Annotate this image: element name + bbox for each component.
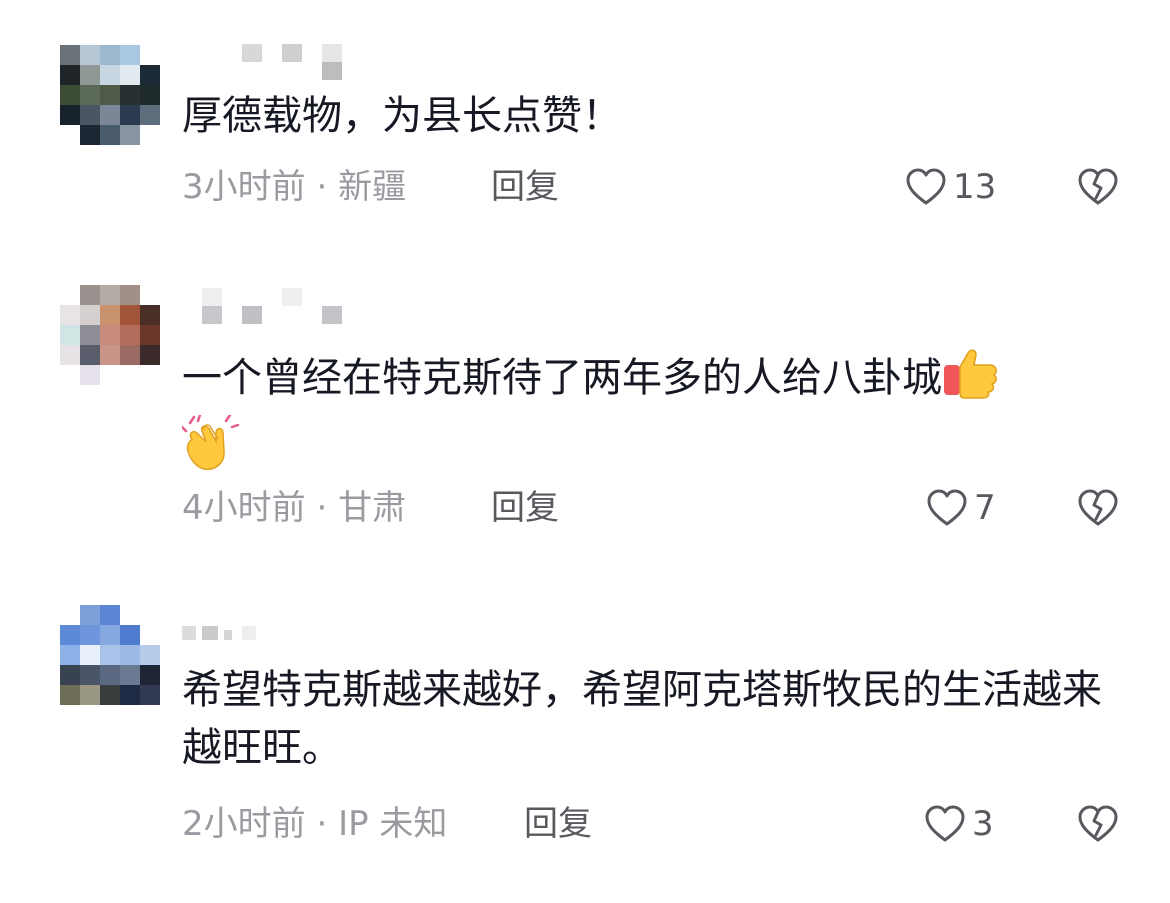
comment-text: 希望特克斯越来越好，希望阿克塔斯牧民的生活越来越旺旺。 [182,667,1102,771]
comment-location: IP 未知 [338,804,448,844]
like-button[interactable]: 3 [924,804,994,844]
comment-item: 希望特克斯越来越好，希望阿克塔斯牧民的生活越来越旺旺。 2小时前 · IP 未知… [0,0,1170,903]
reply-button[interactable]: 回复 [524,804,592,844]
comment-time: 2小时前 [182,804,306,844]
comment-meta: 2小时前 · IP 未知 [182,804,447,844]
avatar[interactable] [60,605,160,705]
meta-separator: · [305,804,339,844]
heart-outline-icon [925,805,965,842]
username[interactable] [182,622,282,658]
like-count: 3 [972,804,994,844]
broken-heart-icon[interactable] [1077,804,1119,844]
